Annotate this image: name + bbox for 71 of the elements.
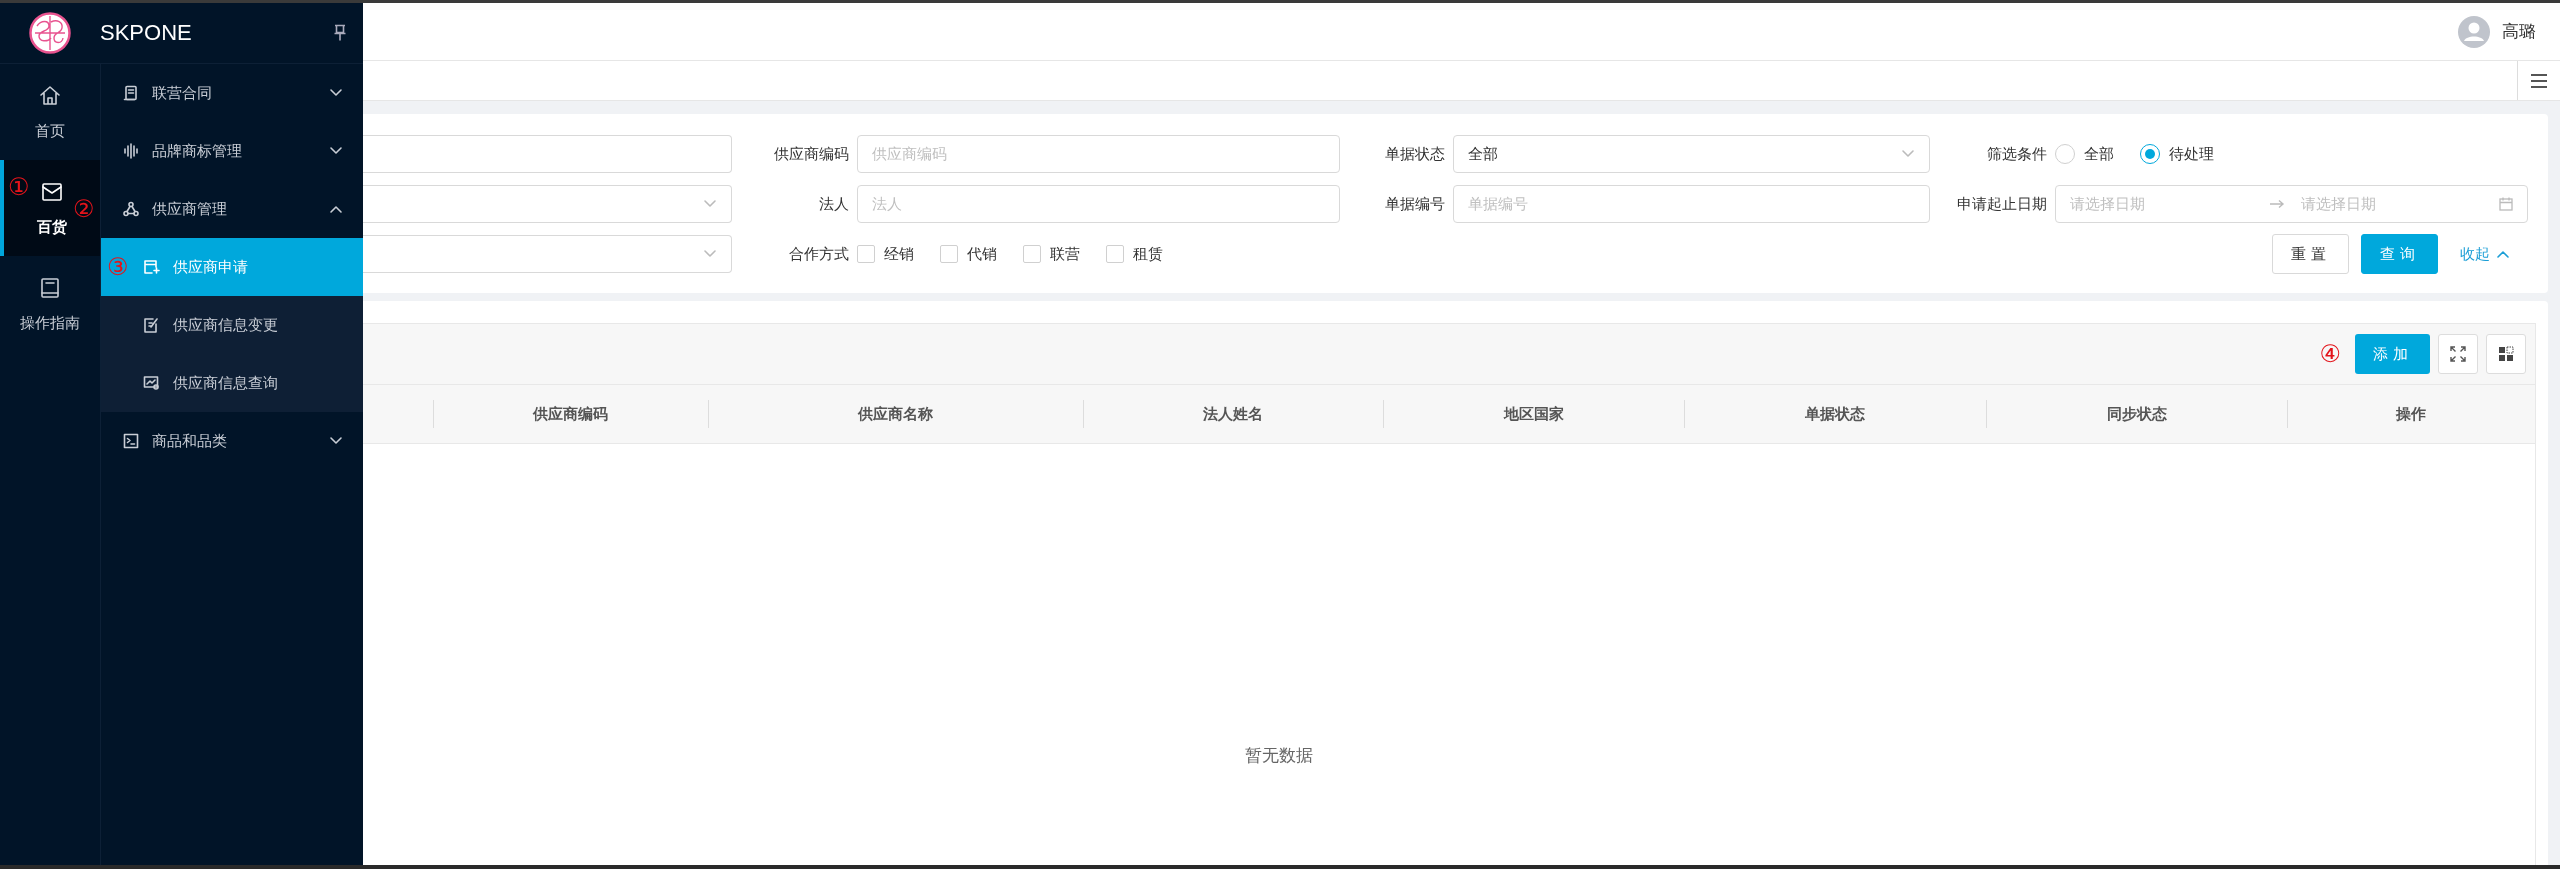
arrow-icon (2268, 199, 2285, 209)
expand-icon (2450, 346, 2466, 362)
input-field[interactable]: 法人 (857, 185, 1340, 223)
rail-item[interactable]: 操作指南 (0, 256, 100, 352)
input-field[interactable]: 供应商编码 (857, 135, 1340, 173)
column-header: 同步状态 (2106, 404, 2167, 424)
field-label: 单据编号 (1385, 194, 1445, 214)
chevron-down-icon (329, 88, 343, 98)
menu-item[interactable]: 品牌商标管理 (101, 122, 363, 180)
step-marker: ③ (107, 255, 129, 279)
chevron-down-icon (329, 436, 343, 446)
rail-item[interactable]: 首页 (0, 64, 100, 160)
submenu-item[interactable]: 供应商信息查询 (101, 354, 363, 412)
column-header: 地区国家 (1503, 404, 1564, 424)
network-icon (123, 201, 139, 217)
empty-message: 暂无数据 (1245, 744, 1313, 767)
chevron-up-icon (2496, 249, 2510, 259)
field-label: 合作方式 (789, 244, 849, 264)
edit-document-icon (143, 317, 160, 333)
document-icon (123, 85, 139, 101)
checkbox-option[interactable]: 租赁 (1106, 244, 1163, 264)
book-icon (38, 275, 62, 300)
field-label: 单据状态 (1385, 144, 1445, 164)
menu-item[interactable]: 商品和品类 (101, 412, 363, 470)
monitor-eye-icon (143, 375, 160, 391)
rail-label: 操作指南 (20, 313, 80, 333)
chevron-down-icon (703, 249, 717, 259)
field-label: 申请起止日期 (1957, 194, 2047, 214)
radio-option[interactable]: 待处理 (2140, 144, 2214, 164)
field-label: 供应商编码 (774, 144, 849, 164)
brand-name: SKPONE (100, 20, 193, 46)
select-field[interactable]: 全部 (1453, 135, 1930, 173)
column-header: 供应商名称 (858, 404, 933, 424)
menu-item[interactable]: 供应商管理 (101, 180, 363, 238)
columns-button[interactable] (2486, 334, 2526, 374)
form-add-icon (143, 259, 160, 275)
field-label: 法人 (819, 194, 849, 214)
radio-option[interactable]: 全部 (2055, 144, 2114, 164)
rail-label: 首页 (35, 121, 65, 141)
rail-label: 百货 (37, 217, 67, 237)
menu-item[interactable]: 联营合同 (101, 64, 363, 122)
calendar-icon (2499, 197, 2513, 211)
column-header: 单据状态 (1805, 404, 1865, 424)
column-header: 操作 (2396, 404, 2426, 424)
logo-icon (29, 12, 71, 54)
submenu-item[interactable]: 供应商信息变更 (101, 296, 363, 354)
column-header: 供应商编码 (533, 404, 608, 424)
checkbox-option[interactable]: 代销 (940, 244, 997, 264)
input-field[interactable]: 单据编号 (1453, 185, 1930, 223)
select-field[interactable] (363, 185, 732, 223)
chevron-down-icon (1901, 149, 1915, 159)
checkbox-option[interactable]: 联营 (1023, 244, 1080, 264)
chevron-down-icon (329, 146, 343, 156)
step-marker: ② (73, 197, 95, 221)
signal-bars-icon (123, 143, 139, 159)
select-field[interactable] (363, 235, 732, 273)
chevron-up-icon (329, 204, 343, 214)
column-header: 法人姓名 (1203, 404, 1263, 424)
home-icon (38, 83, 62, 108)
input-field[interactable] (363, 135, 732, 173)
grid-icon (2498, 346, 2514, 362)
checkbox-option[interactable]: 经销 (857, 244, 914, 264)
pin-icon[interactable] (333, 24, 347, 42)
step-marker: ④ (2319, 340, 2341, 368)
fullscreen-button[interactable] (2438, 334, 2478, 374)
reset-button[interactable]: 重置 (2272, 234, 2349, 274)
chevron-down-icon (703, 199, 717, 209)
user-name: 高璐 (2502, 20, 2536, 43)
terminal-icon (123, 433, 139, 449)
field-label: 筛选条件 (1987, 144, 2047, 164)
step-marker: ① (8, 175, 30, 199)
